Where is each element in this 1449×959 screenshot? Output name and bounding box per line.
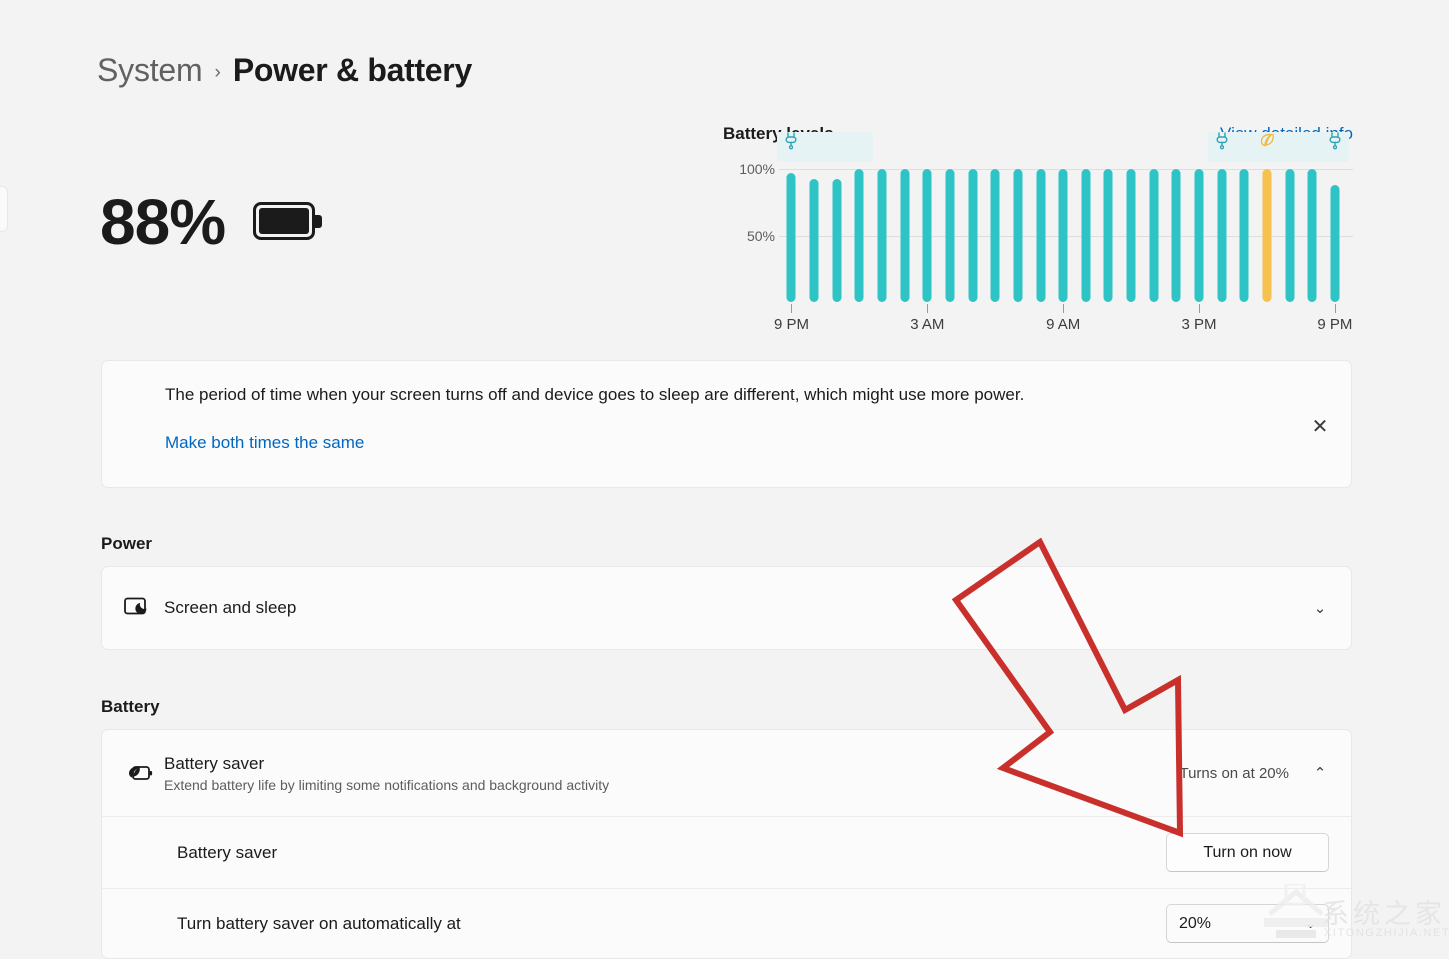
chart-bar <box>1081 169 1091 302</box>
chart-bar <box>968 169 978 302</box>
chart-bar <box>1171 169 1181 302</box>
chart-bar <box>1194 169 1204 302</box>
row-title: Battery saver <box>177 842 278 862</box>
chevron-down-icon[interactable]: ⌄ <box>1311 599 1329 617</box>
auto-threshold-value: 20% <box>1179 914 1212 932</box>
chart-bar <box>1307 169 1317 302</box>
x-axis-tick <box>791 304 793 313</box>
chart-bar <box>1239 169 1249 302</box>
chart-bar <box>1036 169 1046 302</box>
chart-bar <box>1262 169 1272 302</box>
battery-section-heading: Battery <box>101 697 160 716</box>
make-both-times-same-link[interactable]: Make both times the same <box>165 433 364 453</box>
x-axis-tick-label: 3 PM <box>1181 316 1217 333</box>
battery-percent-label: 88% <box>100 186 226 258</box>
screen-sleep-icon <box>124 597 164 619</box>
chart-bar <box>900 169 910 302</box>
x-axis-tick <box>1334 304 1336 313</box>
row-subtitle: Extend battery life by limiting some not… <box>164 776 610 793</box>
row-auto-threshold: Turn battery saver on automatically at 2… <box>102 888 1351 958</box>
row-title: Turn battery saver on automatically at <box>177 913 461 933</box>
x-axis-tick <box>927 304 929 313</box>
auto-threshold-select[interactable]: 20% ⌄ <box>1166 904 1329 943</box>
row-title: Screen and sleep <box>164 598 297 617</box>
chart-bar <box>809 178 819 302</box>
row-battery-saver[interactable]: Battery saver Extend battery life by lim… <box>102 730 1351 816</box>
turn-on-now-button[interactable]: Turn on now <box>1166 833 1329 872</box>
power-section-heading: Power <box>101 534 153 553</box>
x-axis-tick-label: 9 PM <box>773 316 809 333</box>
breadcrumb-separator-icon: › <box>214 61 221 83</box>
sidebar-edge-remnant <box>0 186 8 232</box>
chevron-up-icon[interactable]: ⌃ <box>1311 764 1329 782</box>
chart-bar <box>990 169 1000 302</box>
battery-saver-threshold-value: Turns on at 20% <box>1179 764 1289 782</box>
chart-plot-area <box>777 132 1353 308</box>
chart-bar <box>1285 169 1295 302</box>
settings-page: System › Power & battery 88% Battery lev… <box>0 0 1449 959</box>
y-axis-tick-label: 50% <box>746 227 775 244</box>
y-axis-tick-label: 100% <box>739 161 775 178</box>
chart-y-axis: 50% 100% <box>723 158 775 288</box>
leaf-icon <box>1256 132 1278 156</box>
x-axis-tick-label: 9 PM <box>1317 316 1353 333</box>
power-card: Screen and sleep ⌄ <box>101 566 1352 650</box>
row-screen-and-sleep[interactable]: Screen and sleep ⌄ <box>102 567 1351 649</box>
breadcrumb: System › Power & battery <box>97 52 472 89</box>
plug-icon <box>1324 132 1346 156</box>
row-title: Battery saver <box>164 753 265 773</box>
row-battery-saver-toggle: Battery saver Turn on now <box>102 816 1351 888</box>
chart-bar <box>832 178 842 302</box>
x-axis-tick-label: 9 AM <box>1046 316 1081 333</box>
chart-bar <box>1149 169 1159 302</box>
chart-bar <box>1058 169 1068 302</box>
battery-card: Battery saver Extend battery life by lim… <box>101 729 1352 959</box>
battery-saver-icon <box>124 763 164 783</box>
x-axis-tick-label: 3 AM <box>910 316 945 333</box>
banner-message: The period of time when your screen turn… <box>165 385 1025 404</box>
x-axis-tick <box>1199 304 1201 313</box>
chart-bar <box>1126 169 1136 302</box>
close-icon[interactable]: ✕ <box>1303 409 1337 443</box>
chart-bar <box>786 173 796 302</box>
chart-plot: 50% 100% 9 PM 3 AM 9 AM 3 PM 9 PM <box>723 132 1353 333</box>
x-axis-tick <box>1063 304 1065 313</box>
chart-bar <box>854 169 864 302</box>
battery-levels-chart: Battery levels View detailed info 50%100… <box>723 124 1353 339</box>
chart-bar <box>1217 169 1227 302</box>
plug-icon <box>780 132 802 156</box>
chevron-down-icon: ⌄ <box>1305 915 1316 931</box>
chart-bar <box>922 169 932 302</box>
chart-bar <box>945 169 955 302</box>
chart-bar <box>1103 169 1113 302</box>
battery-status: 88% <box>100 190 323 254</box>
info-banner: i The period of time when your screen tu… <box>101 360 1352 766</box>
plug-icon <box>1211 132 1233 156</box>
battery-full-icon <box>253 202 323 242</box>
chart-bar <box>877 169 887 302</box>
page-title: Power & battery <box>232 52 472 88</box>
breadcrumb-system-link[interactable]: System <box>97 52 203 89</box>
chart-bar <box>1330 185 1340 302</box>
chart-bar <box>1013 169 1023 302</box>
